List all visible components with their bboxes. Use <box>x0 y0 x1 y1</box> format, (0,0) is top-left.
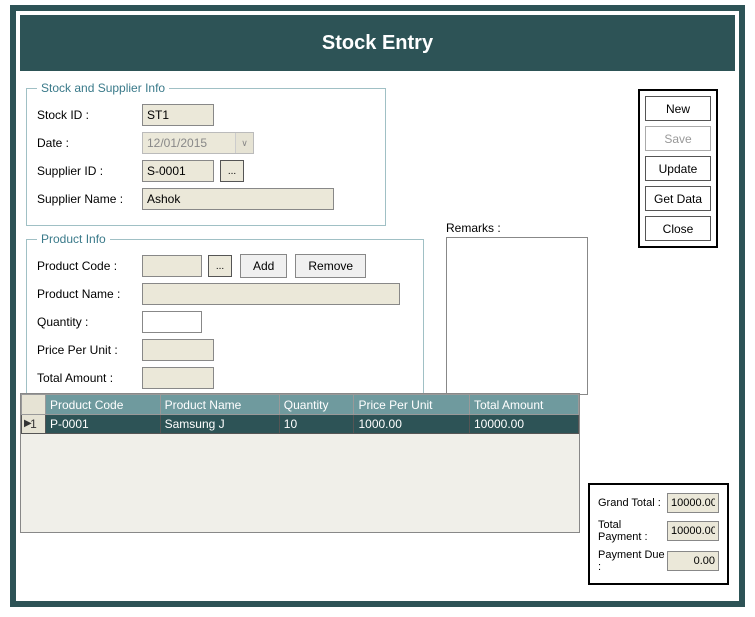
current-row-icon: ▶ <box>24 418 32 429</box>
grid-header-quantity[interactable]: Quantity <box>279 395 354 415</box>
stock-supplier-legend: Stock and Supplier Info <box>37 81 169 95</box>
total-amount-label: Total Amount : <box>37 371 142 385</box>
total-amount-input[interactable] <box>142 367 214 389</box>
grid-header-selector <box>22 395 46 415</box>
grid-header-row: Product Code Product Name Quantity Price… <box>22 395 579 415</box>
product-code-input[interactable] <box>142 255 202 277</box>
supplier-browse-button[interactable]: ... <box>220 160 244 182</box>
grid-header-total-amount[interactable]: Total Amount <box>469 395 578 415</box>
totals-panel: Grand Total : Total Payment : Payment Du… <box>588 483 729 585</box>
date-value: 12/01/2015 <box>143 136 235 150</box>
stock-supplier-group: Stock and Supplier Info Stock ID : Date … <box>26 81 386 226</box>
date-label: Date : <box>37 136 142 150</box>
supplier-name-input[interactable] <box>142 188 334 210</box>
cell-quantity[interactable]: 10 <box>279 415 354 434</box>
remarks-label: Remarks : <box>446 221 588 235</box>
product-name-input[interactable] <box>142 283 400 305</box>
get-data-button[interactable]: Get Data <box>645 186 711 211</box>
payment-due-input[interactable] <box>667 551 719 571</box>
cell-price-per-unit[interactable]: 1000.00 <box>354 415 469 434</box>
total-payment-input[interactable] <box>667 521 719 541</box>
product-browse-button[interactable]: ... <box>208 255 232 277</box>
page-title: Stock Entry <box>322 32 433 55</box>
supplier-name-label: Supplier Name : <box>37 192 142 206</box>
date-picker[interactable]: 12/01/2015 ∨ <box>142 132 254 154</box>
cell-product-name[interactable]: Samsung J <box>160 415 279 434</box>
content-area: Stock and Supplier Info Stock ID : Date … <box>16 75 739 605</box>
total-payment-label: Total Payment : <box>598 519 667 543</box>
close-button[interactable]: Close <box>645 216 711 241</box>
payment-due-label: Payment Due : <box>598 549 667 573</box>
product-code-label: Product Code : <box>37 259 142 273</box>
supplier-id-input[interactable] <box>142 160 214 182</box>
product-grid[interactable]: Product Code Product Name Quantity Price… <box>20 393 580 533</box>
remarks-input[interactable] <box>446 237 588 395</box>
add-button[interactable]: Add <box>240 254 287 278</box>
grid-header-product-code[interactable]: Product Code <box>46 395 161 415</box>
chevron-down-icon[interactable]: ∨ <box>235 133 253 153</box>
stock-id-label: Stock ID : <box>37 108 142 122</box>
update-button[interactable]: Update <box>645 156 711 181</box>
grand-total-label: Grand Total : <box>598 497 667 509</box>
remarks-group: Remarks : <box>446 221 588 398</box>
cell-total-amount[interactable]: 10000.00 <box>469 415 578 434</box>
product-info-legend: Product Info <box>37 232 110 246</box>
side-button-panel: New Save Update Get Data Close <box>638 89 718 248</box>
window-frame: Stock Entry Stock and Supplier Info Stoc… <box>10 5 745 607</box>
grid-header-price-per-unit[interactable]: Price Per Unit <box>354 395 469 415</box>
product-name-label: Product Name : <box>37 287 142 301</box>
save-button[interactable]: Save <box>645 126 711 151</box>
quantity-input[interactable] <box>142 311 202 333</box>
quantity-label: Quantity : <box>37 315 142 329</box>
title-bar: Stock Entry <box>20 15 735 71</box>
supplier-id-label: Supplier ID : <box>37 164 142 178</box>
row-indicator: ▶1 <box>22 415 46 434</box>
grand-total-input[interactable] <box>667 493 719 513</box>
price-per-unit-label: Price Per Unit : <box>37 343 142 357</box>
table-row[interactable]: ▶1 P-0001 Samsung J 10 1000.00 10000.00 <box>22 415 579 434</box>
price-per-unit-input[interactable] <box>142 339 214 361</box>
product-info-group: Product Info Product Code : ... Add Remo… <box>26 232 424 405</box>
remove-button[interactable]: Remove <box>295 254 366 278</box>
stock-id-input[interactable] <box>142 104 214 126</box>
cell-product-code[interactable]: P-0001 <box>46 415 161 434</box>
new-button[interactable]: New <box>645 96 711 121</box>
grid-header-product-name[interactable]: Product Name <box>160 395 279 415</box>
